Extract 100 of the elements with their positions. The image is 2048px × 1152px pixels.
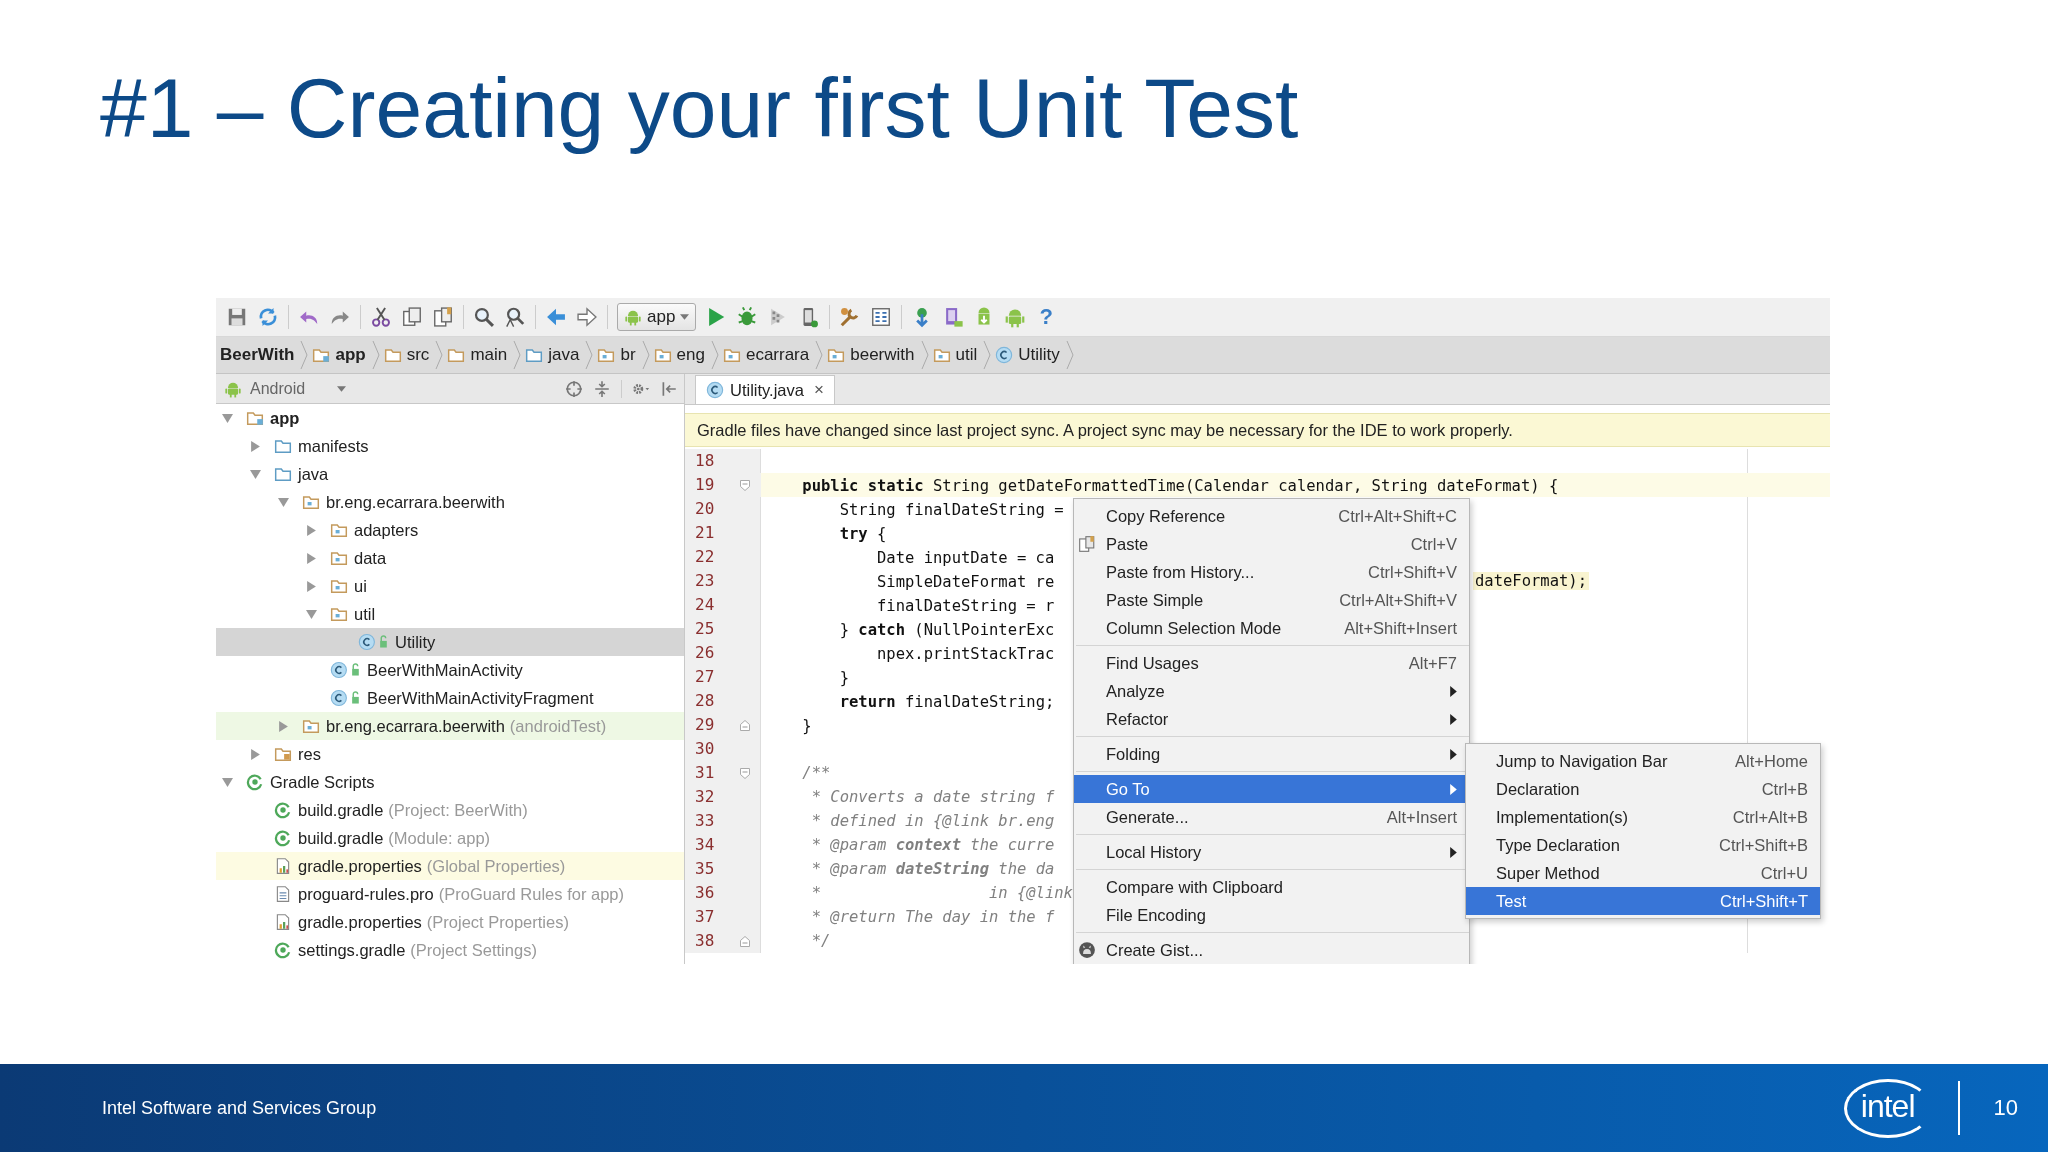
- footer-text: Intel Software and Services Group: [102, 1097, 377, 1119]
- line-number: 21: [694, 522, 716, 544]
- close-button[interactable]: ×: [813, 380, 824, 400]
- structure-icon[interactable]: [870, 306, 893, 328]
- fold-marker-icon[interactable]: [739, 766, 751, 780]
- tree-item[interactable]: build.gradle (Module: app): [216, 824, 684, 852]
- code-line: */: [810, 932, 831, 950]
- tree-item[interactable]: app: [216, 404, 684, 432]
- collapsed-arrow-icon[interactable]: [250, 748, 261, 760]
- collapse-all-icon[interactable]: [593, 379, 611, 398]
- tree-item[interactable]: BeerWithMainActivityFragment: [216, 684, 684, 712]
- help-button[interactable]: ?: [1035, 304, 1057, 330]
- collapsed-arrow-icon[interactable]: [306, 552, 317, 564]
- tree-item[interactable]: Gradle Scripts: [216, 768, 684, 796]
- folder-icon: [274, 465, 292, 483]
- tree-item[interactable]: data: [216, 544, 684, 572]
- tree-item[interactable]: ui: [216, 572, 684, 600]
- tree-item[interactable]: settings.gradle (Project Settings): [216, 936, 684, 964]
- menu-item[interactable]: Paste from History... Ctrl+Shift+V: [1074, 558, 1469, 586]
- breadcrumb[interactable]: ecarrara: [718, 345, 816, 365]
- copy-icon[interactable]: [401, 306, 423, 328]
- tree-item[interactable]: adapters: [216, 516, 684, 544]
- tree-item[interactable]: manifests: [216, 432, 684, 460]
- breadcrumb[interactable]: main: [443, 345, 514, 365]
- sync-icon[interactable]: [257, 306, 279, 328]
- breadcrumb[interactable]: app: [308, 345, 372, 365]
- fold-marker-icon[interactable]: [739, 718, 751, 732]
- save-icon[interactable]: [226, 306, 248, 328]
- package-icon: [722, 346, 741, 364]
- back-arrow-icon[interactable]: [545, 306, 567, 328]
- menu-item[interactable]: Paste Simple Ctrl+Alt+Shift+V: [1074, 586, 1469, 614]
- breadcrumb[interactable]: BeerWith: [216, 345, 301, 365]
- expanded-arrow-icon[interactable]: [306, 608, 317, 620]
- breadcrumb[interactable]: src: [379, 345, 436, 365]
- expanded-arrow-icon[interactable]: [250, 468, 261, 480]
- code-line: }: [838, 669, 849, 687]
- menu-item[interactable]: Super Method Ctrl+U: [1466, 859, 1820, 887]
- menu-item[interactable]: Paste Ctrl+V: [1074, 530, 1469, 558]
- fold-marker-icon[interactable]: [739, 478, 751, 492]
- breadcrumb[interactable]: eng: [649, 345, 711, 365]
- menu-item[interactable]: Local History: [1074, 838, 1469, 866]
- breadcrumb[interactable]: Utility: [991, 345, 1066, 365]
- menu-item[interactable]: Copy Reference Ctrl+Alt+Shift+C: [1074, 502, 1469, 530]
- android-icon[interactable]: [1004, 306, 1027, 328]
- tree-item[interactable]: java: [216, 460, 684, 488]
- menu-item[interactable]: Folding: [1074, 740, 1469, 768]
- collapsed-arrow-icon[interactable]: [306, 524, 317, 536]
- clipboard-icon[interactable]: [432, 306, 454, 328]
- tree-item[interactable]: gradle.properties (Global Properties): [216, 852, 684, 880]
- tree-item[interactable]: util: [216, 600, 684, 628]
- code-line: String finalDateString =: [838, 501, 1064, 519]
- menu-item[interactable]: Column Selection Mode Alt+Shift+Insert: [1074, 614, 1469, 642]
- menu-item[interactable]: Implementation(s) Ctrl+Alt+B: [1466, 803, 1820, 831]
- folder-icon: [383, 346, 402, 364]
- expanded-arrow-icon[interactable]: [222, 776, 233, 788]
- line-number: 18: [694, 450, 716, 472]
- code-line: return finalDateString;: [838, 693, 1055, 711]
- menu-item[interactable]: Find Usages Alt+F7: [1074, 649, 1469, 677]
- collapsed-arrow-icon[interactable]: [278, 720, 289, 732]
- tree-item[interactable]: br.eng.ecarrara.beerwith (androidTest): [216, 712, 684, 740]
- fold-marker-icon[interactable]: [739, 934, 751, 948]
- slide-title: #1 – Creating your first Unit Test: [100, 62, 1300, 155]
- menu-item[interactable]: Declaration Ctrl+B: [1466, 775, 1820, 803]
- collapsed-arrow-icon[interactable]: [306, 580, 317, 592]
- menu-item[interactable]: Jump to Navigation Bar Alt+Home: [1466, 747, 1820, 775]
- line-number: 34: [694, 834, 716, 856]
- expanded-arrow-icon[interactable]: [222, 412, 233, 424]
- menu-item[interactable]: Analyze: [1074, 677, 1469, 705]
- chevron-icon: [300, 341, 309, 369]
- menu-item[interactable]: Compare with Clipboard: [1074, 873, 1469, 901]
- breadcrumb[interactable]: java: [521, 345, 586, 365]
- tree-item[interactable]: gradle.properties (Project Properties): [216, 908, 684, 936]
- menu-item[interactable]: Generate... Alt+Insert: [1074, 803, 1469, 831]
- breadcrumb[interactable]: br: [593, 345, 642, 365]
- hide-panel-icon[interactable]: [660, 379, 678, 398]
- menu-item[interactable]: Refactor: [1074, 705, 1469, 733]
- tree-item[interactable]: res: [216, 740, 684, 768]
- menu-item[interactable]: Test Ctrl+Shift+T: [1466, 887, 1820, 915]
- editor-tab[interactable]: Utility.java ×: [695, 375, 835, 404]
- menu-item[interactable]: File Encoding: [1074, 901, 1469, 929]
- tree-item[interactable]: Utility: [216, 628, 684, 656]
- menu-item[interactable]: Create Gist...: [1074, 936, 1469, 964]
- run-config-dropdown[interactable]: app: [617, 303, 697, 331]
- view-dropdown[interactable]: Android: [222, 379, 349, 398]
- tree-item[interactable]: proguard-rules.pro (ProGuard Rules for app): [216, 880, 684, 908]
- package-icon: [597, 346, 616, 364]
- search-icon[interactable]: [473, 306, 495, 328]
- menu-item[interactable]: Type Declaration Ctrl+Shift+B: [1466, 831, 1820, 859]
- forward-arrow-icon[interactable]: [576, 306, 598, 328]
- target-icon[interactable]: [565, 379, 583, 398]
- collapsed-arrow-icon[interactable]: [250, 440, 261, 452]
- find-replace-icon[interactable]: [504, 306, 526, 328]
- android-icon: [624, 308, 642, 326]
- tree-item[interactable]: BeerWithMainActivity: [216, 656, 684, 684]
- expanded-arrow-icon[interactable]: [278, 496, 289, 508]
- tree-item[interactable]: br.eng.ecarrara.beerwith: [216, 488, 684, 516]
- breadcrumb[interactable]: beerwith: [823, 345, 921, 365]
- breadcrumb[interactable]: util: [928, 345, 984, 365]
- scissors-icon[interactable]: [370, 306, 392, 328]
- tree-item[interactable]: build.gradle (Project: BeerWith): [216, 796, 684, 824]
